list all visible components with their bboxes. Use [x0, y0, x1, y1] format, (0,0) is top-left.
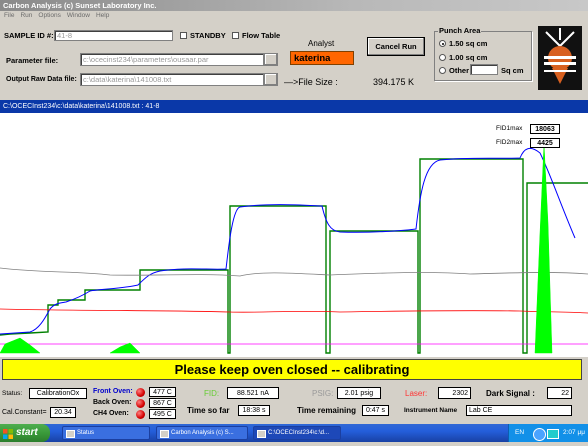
dark-signal-value: 22	[547, 387, 572, 399]
punch-area-title: Punch Area	[438, 26, 482, 35]
taskbar-item-plot-window[interactable]: C:\OCECInst234\c:\d...	[253, 426, 341, 440]
clock: 2:07 μμ	[563, 429, 585, 436]
instrument-name-label: Instrument Name	[404, 407, 458, 414]
back-oven-label: Back Oven:	[93, 399, 132, 406]
psig-value: 2.01 psig	[337, 387, 381, 399]
network-icon[interactable]	[547, 429, 559, 439]
taskbar-item-carbon-analysis[interactable]: Carbon Analysis (c) S...	[156, 426, 248, 440]
thermogram-plot: FID1max 18063 FID2max 4425	[0, 113, 588, 357]
start-button[interactable]: start	[0, 424, 50, 442]
window-icon	[160, 430, 169, 438]
output-file-input[interactable]: c:\data\katerina\141008.txt	[80, 73, 264, 86]
front-oven-value: 477 C	[149, 387, 176, 397]
punch-area-option-label: 1.00 sq cm	[449, 53, 488, 62]
cal-constant-value: 20.34	[50, 407, 76, 418]
time-so-far-label: Time so far	[187, 406, 230, 415]
time-so-far-value: 18:38 s	[238, 405, 270, 416]
laser-label: Laser:	[405, 389, 428, 398]
fid1max-label: FID1max	[496, 125, 523, 132]
dark-signal-label: Dark Signal :	[486, 389, 535, 398]
menu-bar: File Run Options Window Help	[0, 11, 588, 21]
ch4-oven-label: CH4 Oven:	[93, 410, 129, 417]
ch4-oven-value: 495 C	[149, 409, 176, 419]
parameter-file-browse-button[interactable]	[264, 53, 278, 66]
back-oven-status-icon	[136, 399, 145, 408]
psig-label: PSIG:	[312, 389, 334, 398]
language-indicator[interactable]: EN	[515, 424, 524, 442]
parameter-file-label: Parameter file:	[6, 56, 59, 65]
fid-value: 88.521 nA	[227, 387, 279, 399]
parameter-file-input[interactable]: c:\ocecinst234\parameters\ousaar.par	[80, 53, 264, 66]
menu-run[interactable]: Run	[20, 12, 32, 19]
punch-area-other-unit: Sq cm	[501, 66, 524, 75]
analyst-field[interactable]: katerina	[290, 51, 354, 65]
sample-id-label: SAMPLE ID #:	[4, 31, 54, 40]
cal-constant-label: Cal.Constant=	[2, 409, 47, 416]
front-oven-label: Front Oven:	[93, 388, 133, 395]
punch-area-option-label: 1.50 sq cm	[449, 39, 488, 48]
plot-window-title: C:\OCECInst234\c:\data\katerina\141008.t…	[0, 100, 588, 113]
status-label: Status:	[2, 390, 23, 397]
status-message-bar: Please keep oven closed -- calibrating	[2, 359, 582, 380]
instrument-readouts: Status: CalibrationOx Cal.Constant= 20.3…	[0, 381, 588, 424]
window-icon	[66, 430, 75, 438]
standby-checkbox[interactable]	[180, 32, 187, 39]
time-remaining-label: Time remaining	[297, 406, 356, 415]
run-settings-panel: SAMPLE ID #: 41-8 STANDBY Flow Table Par…	[0, 21, 588, 99]
status-value: CalibrationOx	[29, 388, 87, 399]
fid1max-value: 18063	[530, 124, 560, 134]
window-title: Carbon Analysis (c) Sunset Laboratory In…	[3, 1, 157, 10]
standby-label: STANDBY	[190, 31, 226, 40]
green-fill-trace-1	[0, 337, 41, 354]
thermogram-chart	[0, 142, 588, 354]
punch-area-radio-1-50[interactable]	[439, 40, 446, 47]
analyst-label: Analyst	[308, 39, 335, 48]
file-size-value: 394.175 K	[373, 77, 415, 87]
sunset-lab-logo	[538, 26, 582, 90]
flow-table-checkbox[interactable]	[232, 32, 239, 39]
flow-table-label: Flow Table	[242, 31, 281, 40]
sample-id-input[interactable]: 41-8	[54, 30, 173, 41]
front-oven-status-icon	[136, 388, 145, 397]
punch-area-radio-1-00[interactable]	[439, 54, 446, 61]
output-file-browse-button[interactable]	[264, 73, 278, 86]
taskbar-item-label: Status	[77, 430, 95, 436]
fid2max-value: 4425	[530, 138, 560, 148]
output-file-label: Output Raw Data file:	[6, 76, 77, 83]
ch4-oven-status-icon	[136, 410, 145, 419]
fid-label: FID:	[204, 389, 220, 398]
taskbar-item-label: C:\OCECInst234\c:\d...	[268, 430, 330, 436]
punch-area-other-input[interactable]	[470, 64, 498, 75]
punch-area-radio-other[interactable]	[439, 67, 446, 74]
fid-signal-trace	[0, 147, 576, 335]
file-size-label: —>File Size :	[284, 77, 338, 87]
help-icon[interactable]	[533, 428, 546, 441]
step-trace	[0, 158, 588, 354]
laser-value: 2302	[438, 387, 471, 399]
instrument-name-value: Lab CE	[466, 405, 572, 416]
window-icon	[257, 430, 266, 438]
back-oven-value: 867 C	[149, 398, 176, 408]
green-fill-trace-2	[109, 342, 141, 354]
system-tray: EN 2:07 μμ	[508, 424, 588, 442]
menu-options[interactable]: Options	[38, 12, 60, 19]
time-remaining-value: 0:47 s	[362, 405, 389, 416]
red-trace	[0, 308, 588, 314]
gray-trace	[0, 267, 588, 277]
taskbar-item-status[interactable]: Status	[62, 426, 150, 440]
fid2max-label: FID2max	[496, 139, 523, 146]
windows-logo-icon	[3, 428, 13, 439]
menu-help[interactable]: Help	[96, 12, 109, 19]
start-label: start	[16, 427, 38, 438]
cancel-run-button[interactable]: Cancel Run	[367, 37, 425, 56]
menu-file[interactable]: File	[4, 12, 14, 19]
taskbar-item-label: Carbon Analysis (c) S...	[171, 430, 234, 436]
sunset-logo-icon	[544, 28, 576, 84]
menu-window[interactable]: Window	[67, 12, 90, 19]
window-title-bar: Carbon Analysis (c) Sunset Laboratory In…	[0, 0, 588, 11]
punch-area-option-label: Other	[449, 66, 470, 75]
